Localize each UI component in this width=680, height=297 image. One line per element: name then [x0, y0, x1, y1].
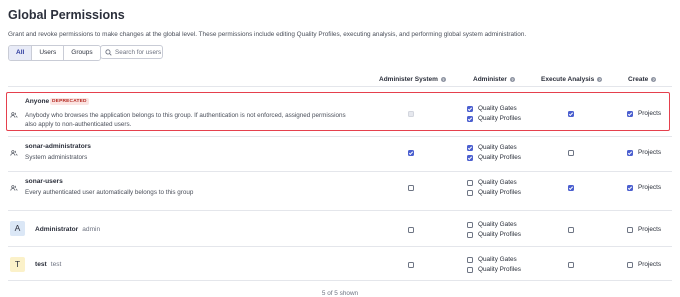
divider: [8, 86, 672, 87]
row-name: Anyone: [25, 98, 50, 105]
quality-gates-label: Quality Gates: [478, 105, 517, 112]
row-description: System administrators: [25, 154, 88, 161]
search-icon: [101, 48, 115, 56]
help-icon[interactable]: ?: [651, 77, 657, 82]
row-name: sonar-users: [25, 178, 63, 185]
quality-profiles-checkbox[interactable]: [467, 116, 473, 122]
column-label-administer-system: Administer System: [379, 76, 438, 83]
row-description-line2: also apply to non-authenticated users.: [25, 121, 132, 128]
row-description: Every authenticated user automatically b…: [25, 189, 194, 196]
projects-label: Projects: [638, 110, 662, 117]
global-permissions-page: Global Permissions Grant and revoke perm…: [0, 0, 680, 297]
quality-profiles-checkbox[interactable]: [467, 267, 473, 273]
projects-checkbox[interactable]: [627, 227, 633, 233]
execute-analysis-checkbox[interactable]: [568, 111, 574, 117]
administer-system-checkbox[interactable]: [408, 185, 414, 191]
administer-system-checkbox: [408, 111, 414, 117]
row-name: Administrator admin: [35, 226, 100, 233]
administer-system-checkbox[interactable]: [408, 150, 414, 156]
projects-label: Projects: [638, 261, 662, 268]
group-icon: [10, 150, 18, 156]
column-label-execute-analysis: Execute Analysis: [541, 76, 595, 83]
user-login: admin: [82, 226, 101, 233]
column-header-create: Create ?: [628, 76, 657, 83]
projects-checkbox[interactable]: [627, 185, 633, 191]
filter-toggle: All Users Groups: [8, 45, 101, 61]
quality-profiles-label: Quality Profiles: [478, 266, 521, 273]
execute-analysis-checkbox[interactable]: [568, 150, 574, 156]
filter-users-button[interactable]: Users: [32, 46, 65, 60]
projects-label: Projects: [638, 226, 662, 233]
projects-label: Projects: [638, 184, 662, 191]
quality-profiles-checkbox[interactable]: [467, 155, 473, 161]
column-header-administer-system: Administer System ?: [379, 76, 446, 83]
quality-profiles-checkbox[interactable]: [467, 190, 473, 196]
quality-gates-checkbox[interactable]: [467, 106, 473, 112]
help-icon[interactable]: ?: [597, 77, 603, 82]
quality-gates-checkbox[interactable]: [467, 257, 473, 263]
execute-analysis-checkbox[interactable]: [568, 185, 574, 191]
quality-profiles-label: Quality Profiles: [478, 154, 521, 161]
quality-gates-checkbox[interactable]: [467, 222, 473, 228]
divider: [8, 280, 672, 281]
quality-profiles-label: Quality Profiles: [478, 231, 521, 238]
group-icon: [10, 185, 18, 191]
divider: [8, 246, 672, 247]
execute-analysis-checkbox[interactable]: [568, 227, 574, 233]
page-description: Grant and revoke permissions to make cha…: [8, 31, 527, 38]
projects-checkbox[interactable]: [627, 262, 633, 268]
quality-gates-label: Quality Gates: [478, 144, 517, 151]
avatar: T: [10, 257, 25, 272]
administer-system-checkbox[interactable]: [408, 227, 414, 233]
column-label-administer: Administer: [473, 76, 507, 83]
page-title: Global Permissions: [8, 8, 125, 22]
quality-profiles-checkbox[interactable]: [467, 232, 473, 238]
projects-checkbox[interactable]: [627, 111, 633, 117]
divider: [8, 171, 672, 172]
column-label-create: Create: [628, 76, 649, 83]
group-icon: [10, 112, 18, 118]
column-header-administer: Administer ?: [473, 76, 515, 83]
row-name: test test: [35, 261, 61, 268]
search-box: [100, 45, 163, 59]
quality-gates-label: Quality Gates: [478, 221, 517, 228]
user-name: Administrator: [35, 226, 79, 233]
filter-all-button[interactable]: All: [9, 46, 33, 60]
quality-profiles-label: Quality Profiles: [478, 189, 521, 196]
search-input[interactable]: [115, 48, 161, 56]
quality-gates-checkbox[interactable]: [467, 145, 473, 151]
quality-gates-label: Quality Gates: [478, 256, 517, 263]
deprecated-badge: DEPRECATED: [50, 98, 89, 105]
administer-system-checkbox[interactable]: [408, 262, 414, 268]
filter-groups-button[interactable]: Groups: [64, 46, 100, 60]
user-login: test: [50, 261, 62, 268]
avatar: A: [10, 221, 25, 236]
divider: [8, 210, 672, 211]
row-name: sonar-administrators: [25, 143, 91, 150]
projects-checkbox[interactable]: [627, 150, 633, 156]
column-header-execute-analysis: Execute Analysis ?: [541, 76, 603, 83]
help-icon[interactable]: ?: [440, 77, 446, 82]
quality-profiles-label: Quality Profiles: [478, 115, 521, 122]
projects-label: Projects: [638, 149, 662, 156]
quality-gates-label: Quality Gates: [478, 179, 517, 186]
divider: [8, 136, 672, 137]
quality-gates-checkbox[interactable]: [467, 180, 473, 186]
execute-analysis-checkbox[interactable]: [568, 262, 574, 268]
help-icon[interactable]: ?: [509, 77, 515, 82]
user-name: test: [35, 261, 47, 268]
row-description-line1: Anybody who browses the application belo…: [25, 112, 346, 119]
